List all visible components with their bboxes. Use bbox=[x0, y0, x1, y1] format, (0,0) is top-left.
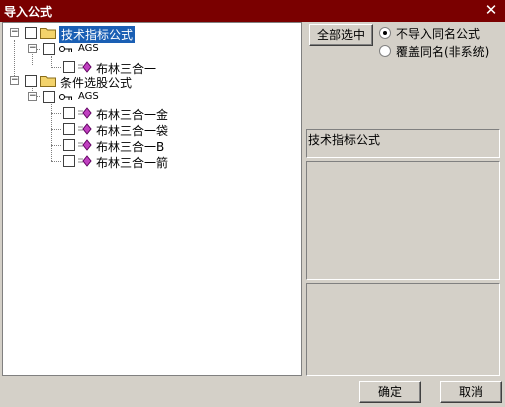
checkbox[interactable] bbox=[25, 75, 37, 87]
ok-button[interactable]: 确定 bbox=[359, 381, 421, 403]
checkbox[interactable] bbox=[63, 139, 75, 151]
tree-node-label: AGS bbox=[78, 43, 99, 54]
formula-icon bbox=[78, 123, 92, 135]
tree-node-formula[interactable]: 布林三合一金 bbox=[3, 105, 303, 122]
parameters-panel bbox=[306, 283, 500, 376]
cancel-button[interactable]: 取消 bbox=[440, 381, 502, 403]
checkbox[interactable] bbox=[43, 43, 55, 55]
tree-node-formula[interactable]: 布林三合一袋 bbox=[3, 121, 303, 138]
tree-node-formula[interactable]: 布林三合一B bbox=[3, 137, 303, 154]
tree-node-label: AGS bbox=[78, 91, 99, 102]
formula-type-text: 技术指标公式 bbox=[308, 133, 381, 147]
description-panel bbox=[306, 161, 500, 280]
folder-icon bbox=[40, 28, 56, 39]
formula-icon bbox=[78, 107, 92, 119]
key-icon bbox=[59, 94, 72, 100]
radio-no-import[interactable] bbox=[379, 27, 391, 39]
collapse-icon[interactable]: − bbox=[28, 44, 37, 53]
checkbox[interactable] bbox=[63, 155, 75, 167]
tree-node-label: 布林三合一箭 bbox=[96, 156, 169, 170]
dialog-title: 导入公式 bbox=[4, 5, 53, 19]
formula-icon bbox=[78, 61, 92, 73]
tree-node-formula[interactable]: 布林三合一箭 bbox=[3, 153, 303, 170]
collapse-icon[interactable]: − bbox=[28, 92, 37, 101]
key-icon bbox=[59, 46, 72, 52]
formula-icon bbox=[78, 139, 92, 151]
formula-icon bbox=[78, 155, 92, 167]
folder-icon bbox=[40, 76, 56, 87]
select-all-button[interactable]: 全部选中 bbox=[309, 24, 373, 46]
title-bar: 导入公式 ✕ bbox=[0, 0, 505, 22]
checkbox[interactable] bbox=[25, 27, 37, 39]
checkbox[interactable] bbox=[63, 107, 75, 119]
checkbox[interactable] bbox=[63, 61, 75, 73]
checkbox[interactable] bbox=[43, 91, 55, 103]
tree-node-stock-selection[interactable]: − 条件选股公式 bbox=[3, 73, 303, 90]
tree-node-ags[interactable]: − AGS bbox=[3, 89, 303, 105]
collapse-icon[interactable]: − bbox=[10, 28, 19, 37]
formula-tree[interactable]: − 技术指标公式 − AGS 布林三合一 − 条件选股公式 − AGS 布林三合… bbox=[2, 22, 302, 376]
formula-type-panel: 技术指标公式 bbox=[306, 129, 500, 158]
tree-node-tech-indicators[interactable]: − 技术指标公式 bbox=[3, 25, 303, 43]
radio-overwrite-label: 覆盖同名(非系统) bbox=[396, 45, 490, 59]
import-formula-dialog: 导入公式 ✕ − 技术指标公式 − AGS 布林三合一 − 条件选股公式 − A… bbox=[0, 0, 505, 407]
radio-no-import-label: 不导入同名公式 bbox=[396, 27, 481, 41]
close-icon[interactable]: ✕ bbox=[483, 1, 499, 19]
tree-node-ags[interactable]: − AGS bbox=[3, 41, 303, 57]
checkbox[interactable] bbox=[63, 123, 75, 135]
radio-overwrite[interactable] bbox=[379, 45, 391, 57]
collapse-icon[interactable]: − bbox=[10, 76, 19, 85]
